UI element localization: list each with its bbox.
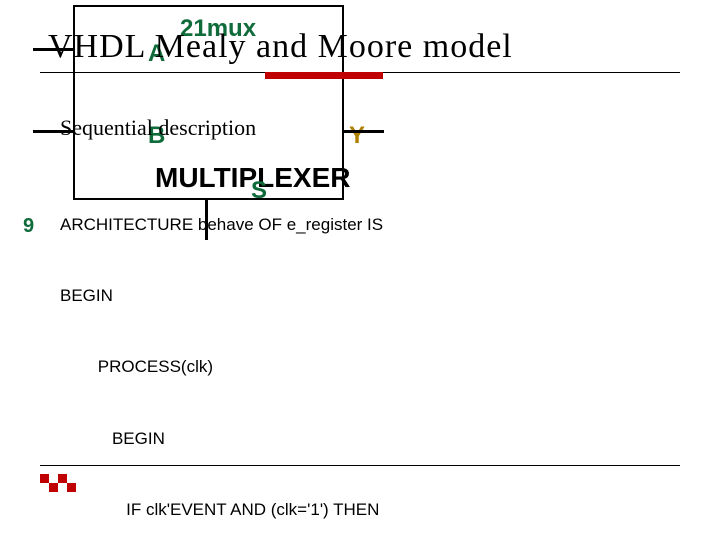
code-line: BEGIN	[60, 284, 383, 308]
port-y-line	[344, 130, 384, 133]
code-line: IF clk'EVENT AND (clk='1') THEN	[60, 498, 383, 522]
red-checker-icon	[40, 474, 72, 496]
code-line: BEGIN	[60, 427, 383, 451]
code-line: PROCESS(clk)	[60, 355, 383, 379]
page-title: VHDL Mealy and Moore model	[48, 28, 513, 66]
port-y-label: Y	[349, 122, 365, 150]
code-block: ARCHITECTURE behave OF e_register IS BEG…	[60, 165, 383, 540]
red-accent	[265, 72, 383, 79]
subtitle: Sequential description	[60, 115, 256, 141]
wire-label-9: 9	[23, 215, 34, 238]
code-line: ARCHITECTURE behave OF e_register IS	[60, 213, 383, 237]
bottom-rule	[40, 465, 680, 466]
slide: 21mux MULTIPLEXER A B Y S 9 VHDL Mealy a…	[0, 0, 720, 540]
